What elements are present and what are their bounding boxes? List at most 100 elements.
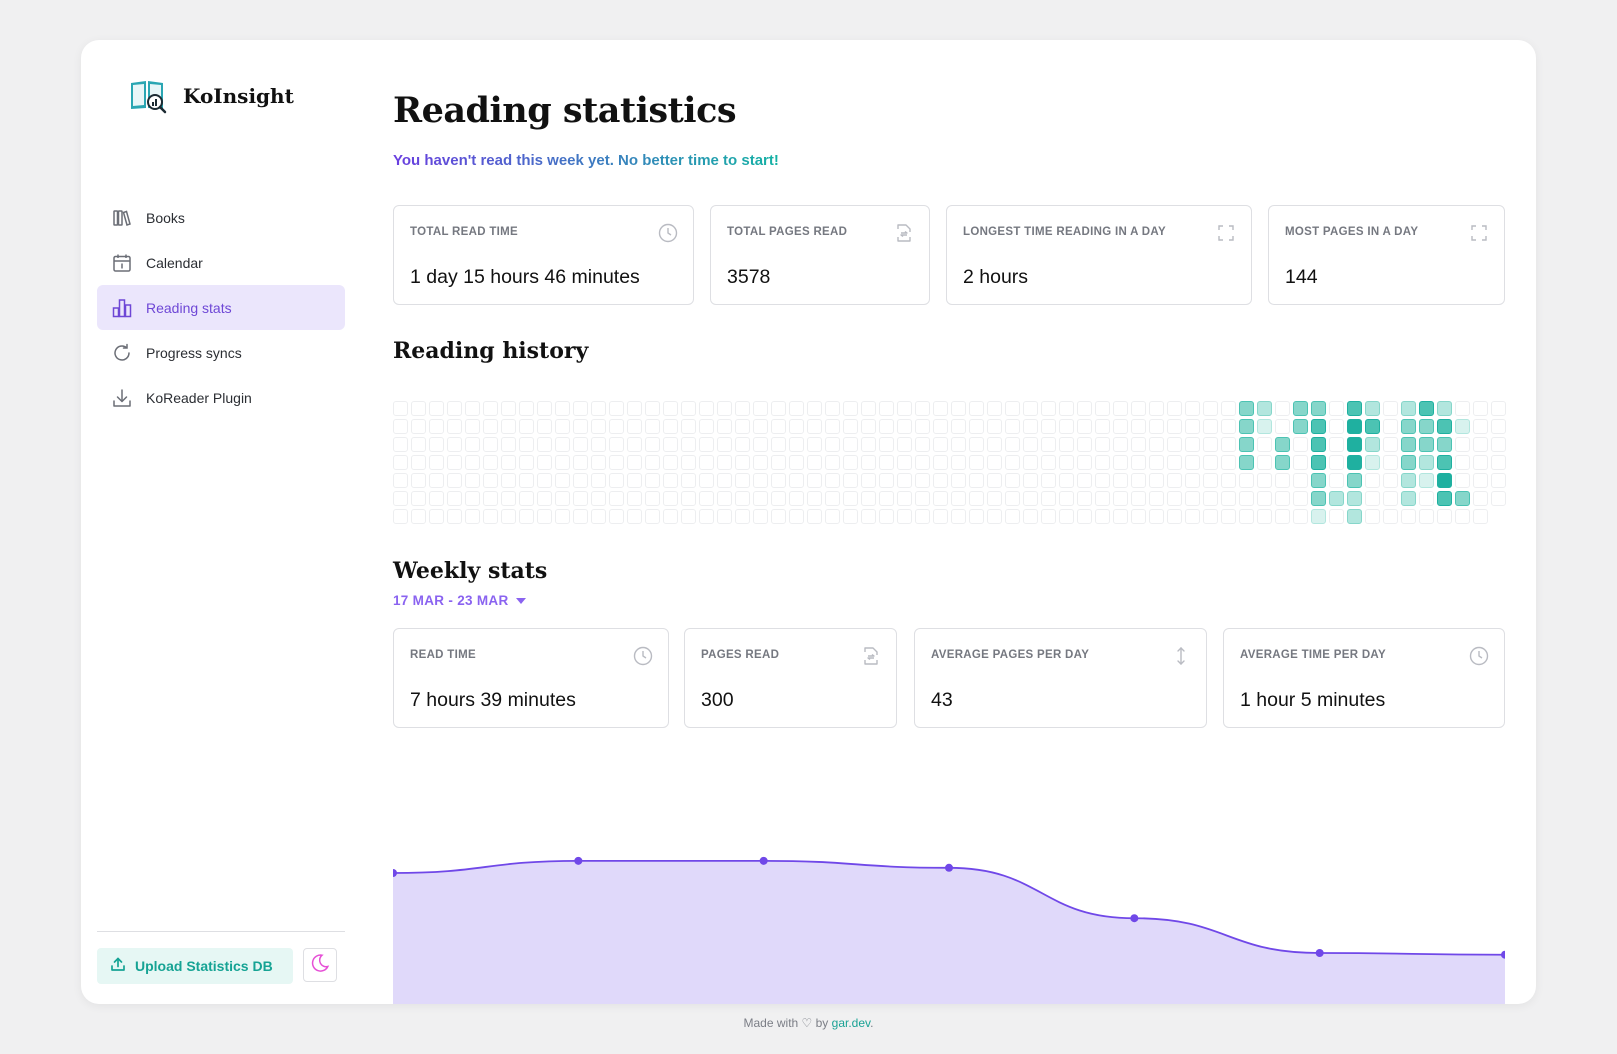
chart-data-point[interactable] [574,856,583,865]
heatmap-day-cell[interactable] [591,491,606,506]
heatmap-day-cell[interactable] [1095,473,1110,488]
heatmap-day-cell[interactable] [987,455,1002,470]
heatmap-day-cell[interactable] [915,509,930,524]
heatmap-day-cell[interactable] [429,455,444,470]
heatmap-day-cell[interactable] [465,491,480,506]
heatmap-day-cell[interactable] [897,401,912,416]
heatmap-day-cell[interactable] [825,473,840,488]
heatmap-day-cell[interactable] [1401,419,1416,434]
heatmap-day-cell[interactable] [645,401,660,416]
heatmap-day-cell[interactable] [537,455,552,470]
heatmap-day-cell[interactable] [1293,419,1308,434]
heatmap-day-cell[interactable] [627,455,642,470]
heatmap-day-cell[interactable] [465,419,480,434]
sidebar-item-books[interactable]: Books [97,195,345,240]
heatmap-day-cell[interactable] [735,455,750,470]
heatmap-day-cell[interactable] [753,419,768,434]
heatmap-day-cell[interactable] [1221,509,1236,524]
heatmap-day-cell[interactable] [1131,419,1146,434]
heatmap-day-cell[interactable] [519,401,534,416]
heatmap-day-cell[interactable] [735,473,750,488]
heatmap-day-cell[interactable] [609,455,624,470]
chart-data-point[interactable] [1315,948,1324,957]
heatmap-day-cell[interactable] [465,401,480,416]
heatmap-day-cell[interactable] [933,419,948,434]
heatmap-day-cell[interactable] [1059,455,1074,470]
heatmap-day-cell[interactable] [1491,473,1506,488]
heatmap-day-cell[interactable] [1455,401,1470,416]
heatmap-day-cell[interactable] [681,509,696,524]
heatmap-day-cell[interactable] [1023,455,1038,470]
heatmap-day-cell[interactable] [843,509,858,524]
heatmap-day-cell[interactable] [1221,401,1236,416]
heatmap-day-cell[interactable] [1419,455,1434,470]
heatmap-day-cell[interactable] [1293,455,1308,470]
heatmap-day-cell[interactable] [1365,473,1380,488]
heatmap-day-cell[interactable] [1113,473,1128,488]
heatmap-day-cell[interactable] [1473,473,1488,488]
heatmap-day-cell[interactable] [573,419,588,434]
heatmap-day-cell[interactable] [1455,419,1470,434]
heatmap-day-cell[interactable] [897,509,912,524]
heatmap-day-cell[interactable] [1239,419,1254,434]
heatmap-day-cell[interactable] [789,491,804,506]
heatmap-day-cell[interactable] [771,509,786,524]
heatmap-day-cell[interactable] [1419,401,1434,416]
heatmap-day-cell[interactable] [411,419,426,434]
heatmap-day-cell[interactable] [1131,401,1146,416]
heatmap-day-cell[interactable] [1473,509,1488,524]
heatmap-day-cell[interactable] [1401,473,1416,488]
heatmap-day-cell[interactable] [519,419,534,434]
heatmap-day-cell[interactable] [1239,473,1254,488]
heatmap-day-cell[interactable] [1455,455,1470,470]
heatmap-day-cell[interactable] [1293,437,1308,452]
heatmap-day-cell[interactable] [1113,419,1128,434]
heatmap-day-cell[interactable] [1329,509,1344,524]
heatmap-day-cell[interactable] [1383,509,1398,524]
heatmap-day-cell[interactable] [987,437,1002,452]
heatmap-day-cell[interactable] [681,473,696,488]
heatmap-day-cell[interactable] [1041,455,1056,470]
heatmap-day-cell[interactable] [681,419,696,434]
heatmap-day-cell[interactable] [843,419,858,434]
heatmap-day-cell[interactable] [1347,455,1362,470]
heatmap-day-cell[interactable] [1095,509,1110,524]
heatmap-day-cell[interactable] [825,455,840,470]
heatmap-day-cell[interactable] [1113,509,1128,524]
heatmap-day-cell[interactable] [789,419,804,434]
heatmap-day-cell[interactable] [465,473,480,488]
heatmap-day-cell[interactable] [609,419,624,434]
heatmap-day-cell[interactable] [1023,491,1038,506]
heatmap-day-cell[interactable] [411,509,426,524]
heatmap-day-cell[interactable] [609,509,624,524]
heatmap-day-cell[interactable] [609,401,624,416]
heatmap-day-cell[interactable] [1005,419,1020,434]
heatmap-day-cell[interactable] [1095,437,1110,452]
sidebar-item-calendar[interactable]: Calendar [97,240,345,285]
heatmap-day-cell[interactable] [717,509,732,524]
heatmap-day-cell[interactable] [1167,455,1182,470]
heatmap-day-cell[interactable] [735,437,750,452]
heatmap-day-cell[interactable] [1059,419,1074,434]
heatmap-day-cell[interactable] [933,491,948,506]
heatmap-day-cell[interactable] [1293,473,1308,488]
heatmap-day-cell[interactable] [825,491,840,506]
heatmap-day-cell[interactable] [1149,491,1164,506]
heatmap-day-cell[interactable] [591,455,606,470]
heatmap-day-cell[interactable] [1077,419,1092,434]
heatmap-day-cell[interactable] [1113,491,1128,506]
heatmap-day-cell[interactable] [969,401,984,416]
heatmap-day-cell[interactable] [645,509,660,524]
heatmap-day-cell[interactable] [393,401,408,416]
heatmap-day-cell[interactable] [951,419,966,434]
heatmap-day-cell[interactable] [753,437,768,452]
heatmap-day-cell[interactable] [1401,455,1416,470]
heatmap-day-cell[interactable] [1023,401,1038,416]
heatmap-day-cell[interactable] [1131,491,1146,506]
heatmap-day-cell[interactable] [681,437,696,452]
heatmap-day-cell[interactable] [1167,419,1182,434]
heatmap-day-cell[interactable] [591,437,606,452]
heatmap-day-cell[interactable] [1149,401,1164,416]
heatmap-day-cell[interactable] [411,401,426,416]
heatmap-day-cell[interactable] [411,473,426,488]
